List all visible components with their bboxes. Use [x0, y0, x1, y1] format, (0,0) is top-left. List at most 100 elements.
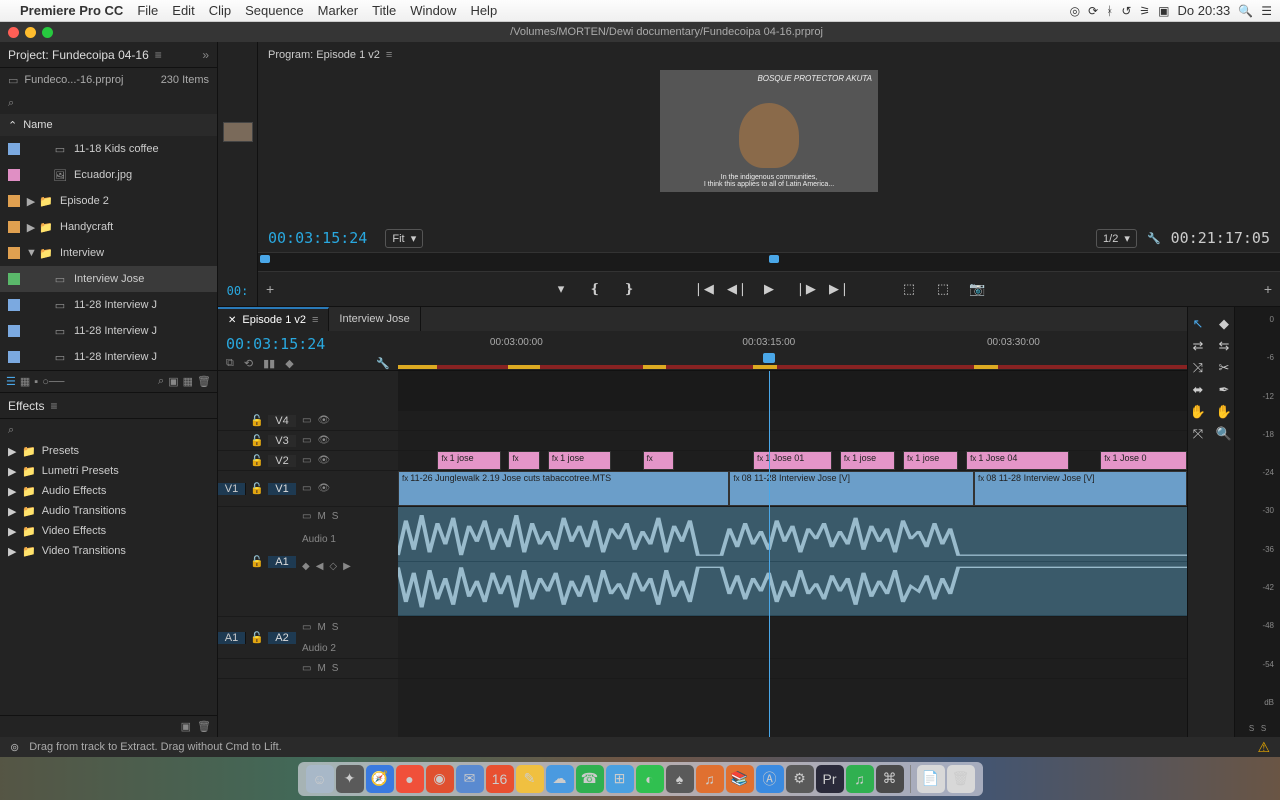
bin-item[interactable]: 🖼 Ecuador.jpg	[0, 162, 217, 188]
dock-app[interactable]: ☎	[576, 765, 604, 793]
zoom-tool[interactable]: 🔍	[1215, 425, 1233, 443]
sync-lock-icon[interactable]: ▭	[302, 663, 311, 674]
collapse-icon[interactable]: »	[202, 48, 209, 62]
chevron-up-icon[interactable]: ⌃	[8, 119, 17, 132]
timeline-clip[interactable]: fx11-26 Junglewalk 2.19 Jose cuts tabacc…	[398, 471, 729, 506]
add-marker-button[interactable]: ▾	[553, 281, 569, 297]
timeline-ruler[interactable]: 00:03:00:00 00:03:15:00 00:03:30:00	[398, 331, 1187, 370]
sync-lock-icon[interactable]: ▭	[302, 415, 311, 426]
bin-item[interactable]: ▭ 11-28 Interview J	[0, 344, 217, 370]
bluetooth-icon[interactable]: ᚼ	[1106, 4, 1113, 18]
timemachine-icon[interactable]: ↺	[1121, 4, 1131, 18]
sync-lock-icon[interactable]: ▭	[302, 511, 311, 522]
fx-icon[interactable]: fx	[512, 454, 518, 463]
dock-app[interactable]: 📄	[917, 765, 945, 793]
effects-folder[interactable]: ▶📁Video Effects	[0, 521, 217, 541]
lock-icon[interactable]: 🔓	[246, 434, 268, 447]
sync-icon[interactable]: ⟳	[1088, 4, 1098, 18]
lock-icon[interactable]: 🔓	[246, 482, 268, 495]
fx-icon[interactable]: fx	[441, 454, 447, 463]
effects-folder[interactable]: ▶📁Presets	[0, 441, 217, 461]
mute-button[interactable]: M	[317, 511, 325, 522]
effects-folder[interactable]: ▶📁Lumetri Presets	[0, 461, 217, 481]
timeline-clip[interactable]: fx1 jose	[548, 451, 611, 470]
settings-icon[interactable]: 🔧	[376, 357, 390, 370]
close-icon[interactable]: ✕	[228, 315, 236, 326]
play-button[interactable]: ▶	[761, 281, 777, 297]
menu-marker[interactable]: Marker	[318, 3, 358, 18]
source-a1[interactable]: A1	[218, 632, 246, 644]
timeline-clip[interactable]: fx08 11-28 Interview Jose [V]	[974, 471, 1187, 506]
solo-button[interactable]: S	[332, 622, 339, 633]
source-v1[interactable]: V1	[218, 483, 246, 495]
bin-item[interactable]: ▭ 11-28 Interview J	[0, 318, 217, 344]
battery-icon[interactable]: ▣	[1158, 4, 1169, 18]
bin-item[interactable]: ▶ 📁 Handycraft	[0, 214, 217, 240]
export-frame-button[interactable]: 📷	[969, 281, 985, 297]
lock-icon[interactable]: 🔓	[246, 631, 268, 644]
dock-app[interactable]: ✉	[456, 765, 484, 793]
program-timecode[interactable]: 00:03:15:24	[268, 229, 367, 247]
go-to-out-button[interactable]: ▶❘	[829, 281, 845, 297]
warning-icon[interactable]: ⚠	[1257, 739, 1270, 756]
caret-icon[interactable]: ▶	[26, 221, 36, 234]
menu-help[interactable]: Help	[470, 3, 497, 18]
dock-app[interactable]: ●	[396, 765, 424, 793]
bin-item[interactable]: ▭ Interview Jose	[0, 266, 217, 292]
sync-lock-icon[interactable]: ▭	[302, 455, 311, 466]
track-v4[interactable]: V4	[268, 415, 296, 427]
project-panel-header[interactable]: Project: Fundecoipa 04-16 ≡ »	[0, 42, 217, 68]
dock-app[interactable]: Ⓐ	[756, 765, 784, 793]
snap-icon[interactable]: ⧉	[226, 357, 234, 370]
hand-tool[interactable]: ✋	[1189, 403, 1207, 421]
bin-item[interactable]: ▭ 11-28 Interview J	[0, 292, 217, 318]
effects-folder[interactable]: ▶📁Audio Transitions	[0, 501, 217, 521]
dock-app[interactable]: ⊞	[606, 765, 634, 793]
menu-icon[interactable]: ☰	[1261, 4, 1272, 18]
rate-tool[interactable]: ⤨	[1189, 359, 1207, 377]
step-back-button[interactable]: ◀❘	[727, 281, 743, 297]
dock-app[interactable]: 16	[486, 765, 514, 793]
dock-app[interactable]: ✎	[516, 765, 544, 793]
pen-tool[interactable]: ✒	[1215, 381, 1233, 399]
name-column[interactable]: Name	[23, 119, 52, 131]
dock-app[interactable]: ✦	[336, 765, 364, 793]
dock-app[interactable]: ⌘	[876, 765, 904, 793]
dock-app[interactable]: ◐	[636, 765, 664, 793]
zoom-slider[interactable]: ○──	[42, 376, 64, 388]
chevron-right-icon[interactable]: ▶	[8, 465, 18, 478]
go-to-in-button[interactable]: ❘◀	[693, 281, 709, 297]
menu-edit[interactable]: Edit	[172, 3, 194, 18]
fx-icon[interactable]: fx	[552, 454, 558, 463]
new-bin-icon[interactable]: ▣	[168, 375, 178, 388]
fx-icon[interactable]: fx	[907, 454, 913, 463]
trash-icon[interactable]: 🗑	[197, 720, 211, 733]
sync-lock-icon[interactable]: ▭	[302, 435, 311, 446]
wifi-icon[interactable]: ⚞	[1139, 4, 1150, 18]
lock-icon[interactable]: 🔓	[246, 454, 268, 467]
fx-icon[interactable]: fx	[647, 454, 653, 463]
lift-button[interactable]: ⬚	[901, 281, 917, 297]
menu-sequence[interactable]: Sequence	[245, 3, 304, 18]
bin-item[interactable]: ▶ 📁 Episode 2	[0, 188, 217, 214]
solo-button[interactable]: S	[332, 511, 339, 522]
chevron-right-icon[interactable]: ▶	[8, 545, 18, 558]
extract-button[interactable]: ⬚	[935, 281, 951, 297]
mute-button[interactable]: M	[317, 663, 325, 674]
sequence-tab[interactable]: ✕Episode 1 v2 ≡	[218, 307, 329, 331]
dock-app[interactable]: Pr	[816, 765, 844, 793]
slip-tool[interactable]: ⬌	[1189, 381, 1207, 399]
project-search[interactable]: ⌕	[0, 92, 217, 114]
program-scrubber[interactable]	[258, 252, 1280, 272]
timeline-clip[interactable]: fx1 Jose 01	[753, 451, 832, 470]
timeline-clip[interactable]: fx1 jose	[840, 451, 895, 470]
timeline-clip[interactable]: fx1 jose	[903, 451, 958, 470]
effects-search[interactable]: ⌕	[0, 419, 217, 441]
app-name[interactable]: Premiere Pro CC	[20, 3, 123, 18]
keyframe-icon[interactable]: ◆	[302, 561, 310, 572]
mute-button[interactable]: M	[317, 622, 325, 633]
track-v3[interactable]: V3	[268, 435, 296, 447]
bin-item[interactable]: ▼ 📁 Interview	[0, 240, 217, 266]
add-button-icon[interactable]: +	[266, 281, 274, 297]
selection-tool[interactable]: ↖	[1189, 315, 1207, 333]
